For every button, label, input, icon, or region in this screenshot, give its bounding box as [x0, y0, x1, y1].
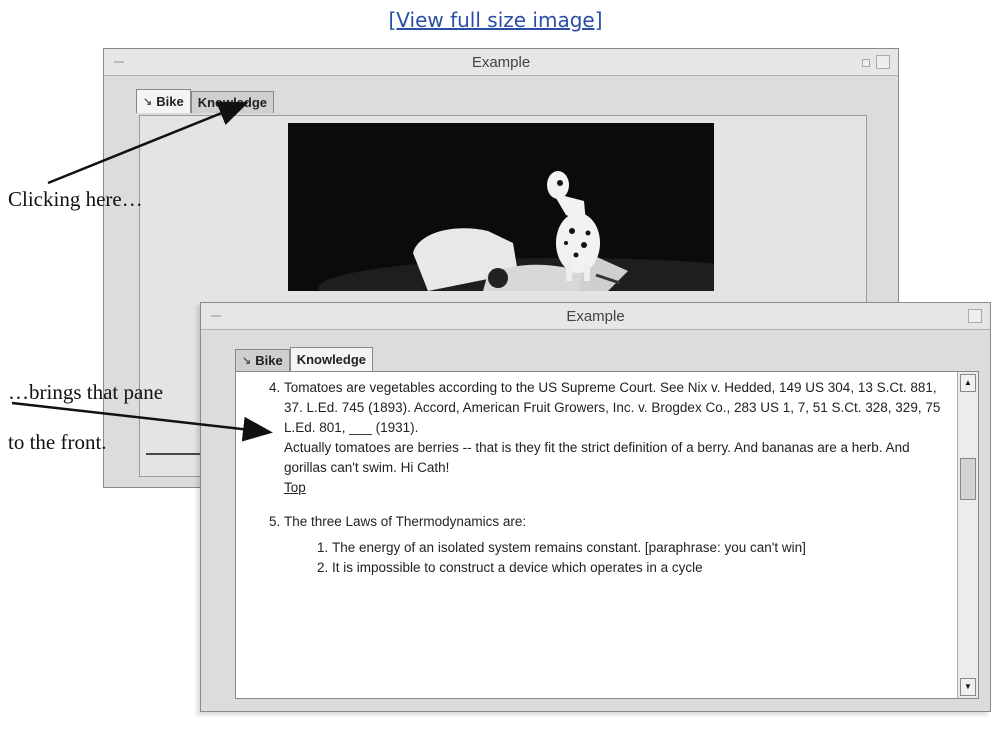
- annotation-front: to the front.: [8, 430, 107, 454]
- tab-label: Knowledge: [296, 352, 367, 367]
- sub-list-item: The energy of an isolated system remains…: [332, 538, 948, 558]
- back-tab-bar: ↘ Bike Knowledge: [136, 89, 275, 113]
- tab-label: Knowledge: [197, 95, 268, 110]
- tab-bike[interactable]: ↘ Bike: [235, 349, 290, 371]
- minimize-icon[interactable]: [862, 59, 870, 67]
- knowledge-list: Tomatoes are vegetables according to the…: [258, 378, 948, 578]
- maximize-icon[interactable]: [876, 55, 890, 69]
- front-window-title: Example: [566, 307, 625, 325]
- item-text: Tomatoes are vegetables according to the…: [284, 380, 941, 435]
- back-window-titlebar: Example: [104, 49, 898, 76]
- annotation-brings: …brings that pane: [8, 380, 164, 404]
- view-full-size-link[interactable]: [View full size image]: [0, 8, 991, 32]
- back-window-title: Example: [471, 53, 531, 71]
- tab-bike[interactable]: ↘ Bike: [136, 89, 191, 113]
- front-tab-bar: ↘ Bike Knowledge: [235, 347, 374, 371]
- vertical-scrollbar[interactable]: ▲ ▼: [957, 372, 978, 698]
- item-text: The three Laws of Thermodynamics are:: [284, 514, 527, 529]
- list-item: The three Laws of Thermodynamics are: Th…: [284, 512, 948, 578]
- thermodynamics-list: The energy of an isolated system remains…: [284, 538, 948, 578]
- list-item: Tomatoes are vegetables according to the…: [284, 378, 948, 498]
- window-menu-icon[interactable]: [211, 315, 221, 317]
- front-window: Example ↘ Bike Knowledge Tomatoes are ve…: [200, 302, 991, 712]
- scroll-down-icon[interactable]: ▼: [960, 678, 976, 696]
- sub-list-item: It is impossible to construct a device w…: [332, 558, 948, 578]
- bike-icon: ↘: [242, 355, 252, 367]
- tab-knowledge[interactable]: Knowledge: [289, 347, 374, 371]
- front-window-titlebar: Example: [201, 303, 990, 330]
- tab-label: Bike: [255, 353, 283, 368]
- scroll-thumb[interactable]: [960, 458, 976, 500]
- dalmatian-photo: [288, 123, 714, 291]
- window-menu-icon[interactable]: [114, 61, 124, 63]
- scroll-up-icon[interactable]: ▲: [960, 374, 976, 392]
- tab-knowledge[interactable]: Knowledge: [190, 91, 275, 113]
- knowledge-pane: Tomatoes are vegetables according to the…: [235, 371, 979, 699]
- bike-icon: ↘: [143, 96, 153, 108]
- item-extra: Actually tomatoes are berries -- that is…: [284, 440, 910, 475]
- tab-label: Bike: [156, 94, 184, 109]
- knowledge-content: Tomatoes are vegetables according to the…: [236, 372, 958, 698]
- top-link[interactable]: Top: [284, 480, 306, 495]
- annotation-clicking: Clicking here…: [8, 187, 143, 211]
- maximize-icon[interactable]: [968, 309, 982, 323]
